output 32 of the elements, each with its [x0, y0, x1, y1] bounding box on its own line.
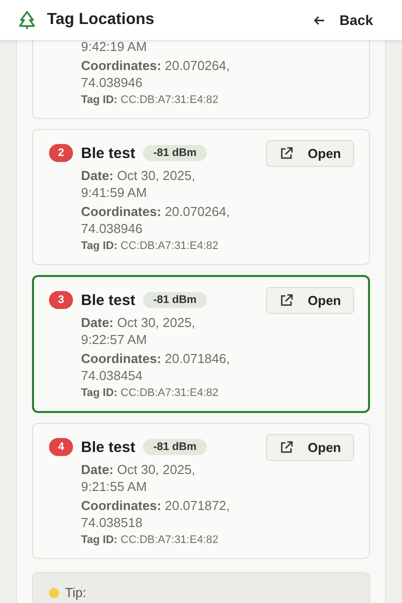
tag-name: Ble test — [81, 292, 136, 308]
arrow-left-icon — [312, 14, 326, 26]
external-link-icon — [279, 292, 294, 308]
time-text: 9:42:19 AM — [81, 38, 148, 55]
tag-id-text: Tag ID: CC:DB:A7:31:E4:82 — [81, 533, 220, 548]
tag-id-text: Tag ID: CC:DB:A7:31:E4:82 — [81, 386, 220, 401]
page-title: Tag Locations — [47, 11, 156, 29]
tag-name: Ble test — [81, 144, 136, 162]
external-link-icon — [279, 440, 294, 454]
signal-chip: -81 dBm — [143, 292, 207, 308]
tag-id-text: Tag ID: CC:DB:A7:31:E4:82 — [81, 93, 220, 108]
coordinates-text: Coordinates: 20.070264, 74.038946 — [81, 57, 231, 91]
open-button[interactable]: Open — [266, 434, 354, 460]
date-text: Date: Oct 30, 2025, 9:41:59 AM — [81, 167, 196, 201]
open-button[interactable]: Open — [266, 140, 354, 166]
index-badge: 4 — [49, 438, 73, 456]
tip-title: Tip: — [65, 585, 86, 600]
tree-icon — [17, 10, 37, 30]
tag-name: Ble test — [81, 438, 136, 456]
date-text: Date: Oct 30, 2025, 9:21:55 AM — [81, 461, 196, 495]
back-button[interactable]: Back — [310, 10, 375, 30]
coordinates-text: Coordinates: 20.071872, 74.038518 — [81, 497, 231, 531]
coordinates-text: Coordinates: 20.071846, 74.038454 — [81, 350, 231, 384]
external-link-icon — [279, 146, 294, 160]
signal-chip: -81 dBm — [143, 439, 207, 455]
index-badge: 2 — [49, 144, 73, 162]
date-text: Date: Oct 30, 2025, 9:22:57 AM — [81, 314, 196, 348]
coordinates-text: Coordinates: 20.070264, 74.038946 — [81, 203, 231, 237]
tag-id-text: Tag ID: CC:DB:A7:31:E4:82 — [81, 239, 220, 254]
index-badge: 3 — [49, 291, 73, 309]
signal-chip: -81 dBm — [143, 145, 207, 161]
open-button[interactable]: Open — [266, 286, 354, 314]
